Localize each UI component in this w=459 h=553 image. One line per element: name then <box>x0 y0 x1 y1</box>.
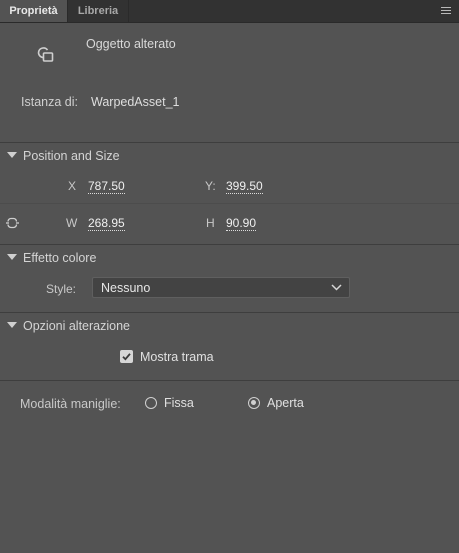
divider <box>0 203 459 204</box>
tab-properties[interactable]: Proprietà <box>0 0 68 22</box>
divider <box>0 244 459 245</box>
instance-of-label: Istanza di: <box>21 95 78 109</box>
h-label: H <box>206 216 215 230</box>
divider <box>0 142 459 143</box>
chevron-down-icon <box>331 284 342 291</box>
handles-mode-label: Modalità maniglie: <box>20 397 121 411</box>
style-label: Style: <box>46 282 77 296</box>
w-value[interactable]: 268.95 <box>88 216 125 231</box>
x-value[interactable]: 787.50 <box>88 179 125 194</box>
w-label: W <box>66 216 78 230</box>
section-title: Effetto colore <box>23 251 97 265</box>
h-value[interactable]: 90.90 <box>226 216 257 231</box>
collapse-triangle-icon <box>7 322 17 328</box>
radio-open-label[interactable]: Aperta <box>267 396 304 410</box>
radio-open[interactable] <box>248 397 260 409</box>
x-label: X <box>68 179 77 193</box>
divider <box>0 312 459 313</box>
divider <box>0 380 459 381</box>
collapse-triangle-icon <box>7 254 17 260</box>
style-dropdown[interactable]: Nessuno <box>92 277 350 298</box>
section-warp-options[interactable]: Opzioni alterazione <box>0 316 459 336</box>
link-dimensions-icon[interactable] <box>5 215 21 231</box>
object-type-label: Oggetto alterato <box>86 37 176 51</box>
panel-menu-icon[interactable] <box>441 7 451 15</box>
section-position-size[interactable]: Position and Size <box>0 146 459 166</box>
panel-tab-bar: Proprietà Libreria <box>0 0 459 23</box>
warped-object-icon <box>37 47 54 62</box>
tab-library[interactable]: Libreria <box>68 0 129 22</box>
checkmark-icon <box>122 353 131 361</box>
style-dropdown-value: Nessuno <box>101 281 151 295</box>
collapse-triangle-icon <box>7 152 17 158</box>
y-value[interactable]: 399.50 <box>226 179 263 194</box>
section-title: Opzioni alterazione <box>23 319 131 333</box>
section-title: Position and Size <box>23 149 120 163</box>
y-label: Y: <box>205 179 216 193</box>
radio-fixed[interactable] <box>145 397 157 409</box>
radio-fixed-label[interactable]: Fissa <box>164 396 194 410</box>
show-mesh-label[interactable]: Mostra trama <box>140 350 214 364</box>
show-mesh-checkbox[interactable] <box>120 350 133 363</box>
instance-name: WarpedAsset_1 <box>91 95 180 109</box>
section-color-effect[interactable]: Effetto colore <box>0 248 459 268</box>
